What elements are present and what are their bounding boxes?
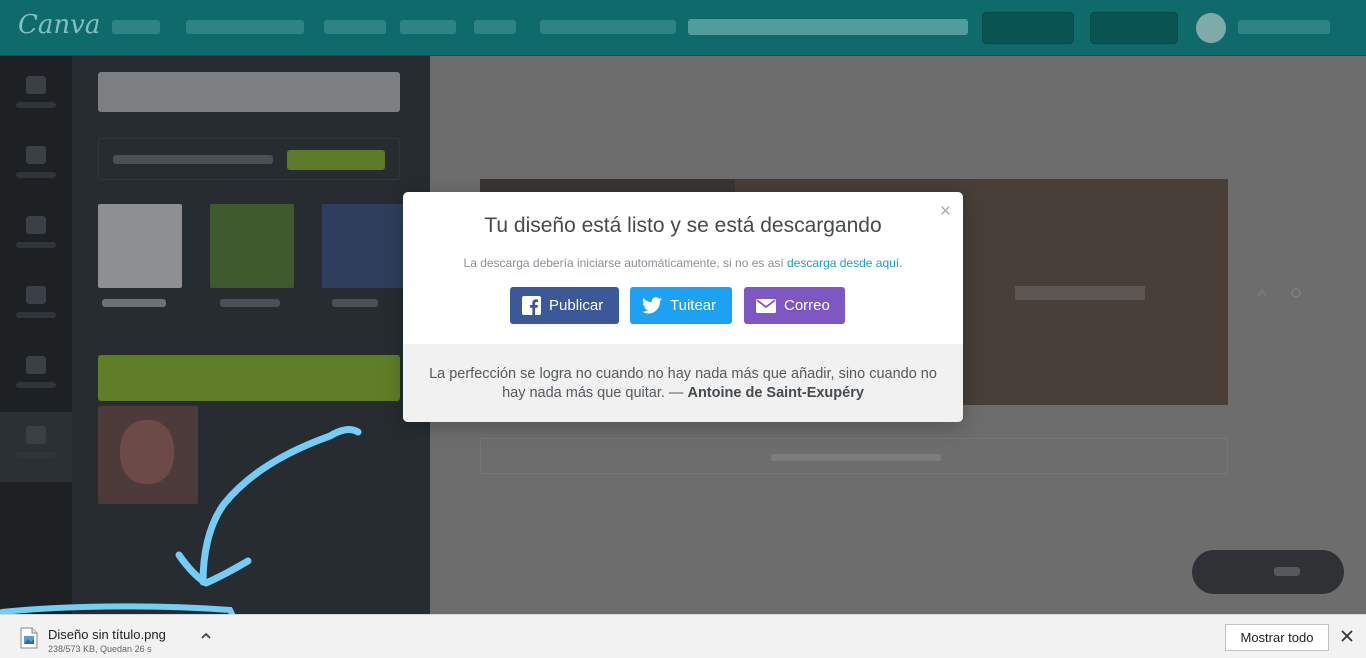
modal-title: Tu diseño está listo y se está descargan…	[484, 214, 882, 237]
nav-item-blurred	[474, 20, 516, 34]
share-twitter-label: Tuitear	[670, 297, 717, 314]
rail-item-background	[0, 342, 72, 412]
upload-thumb	[322, 204, 406, 288]
rail-item-uploads	[0, 412, 72, 482]
side-panel	[72, 56, 430, 614]
user-name-blurred	[1238, 20, 1330, 34]
download-file-status: 238/573 KB, Quedan 26 s	[48, 644, 152, 654]
zoom-control	[1192, 550, 1344, 594]
thumb-label	[332, 299, 378, 307]
add-page-button	[480, 438, 1228, 474]
twitter-icon	[642, 297, 662, 314]
share-email-button[interactable]: Correo	[744, 287, 845, 324]
quote-author: Antoine de Saint-Exupéry	[687, 385, 864, 401]
chevron-up-icon[interactable]	[199, 629, 213, 643]
download-ready-modal: × Tu diseño está listo y se está descarg…	[403, 192, 963, 422]
show-all-downloads-button[interactable]: Mostrar todo	[1225, 624, 1329, 651]
rail-item-search	[0, 62, 72, 132]
elements-icon	[26, 216, 46, 234]
nav-item-blurred	[540, 20, 676, 34]
nav-item-blurred	[400, 20, 456, 34]
app-header: Canva	[0, 0, 1366, 56]
panel-search-input	[98, 72, 400, 112]
upload-thumb	[98, 204, 182, 288]
modal-subtitle-text: La descarga debería iniciarse automática…	[463, 256, 788, 270]
thumb-label	[102, 299, 166, 307]
search-icon	[26, 76, 46, 94]
page-controls-icon	[1257, 288, 1301, 298]
modal-subtitle: La descarga debería iniciarse automática…	[403, 256, 963, 270]
image-file-icon	[20, 627, 38, 649]
text-icon	[26, 286, 46, 304]
nav-item-blurred	[186, 20, 304, 34]
share-facebook-button[interactable]: Publicar	[510, 287, 619, 324]
share-email-label: Correo	[784, 297, 830, 314]
upload-images-button	[98, 355, 400, 401]
facebook-icon	[522, 296, 541, 315]
upload-icon	[26, 426, 46, 444]
thumb-label	[220, 299, 280, 307]
nav-item-blurred	[112, 20, 160, 34]
close-download-bar-icon[interactable]	[1338, 627, 1356, 645]
share-top-button	[982, 12, 1074, 44]
uploaded-photo	[98, 406, 198, 504]
download-file-name[interactable]: Diseño sin título.png	[48, 627, 166, 642]
share-facebook-label: Publicar	[549, 297, 604, 314]
rail-item-elements	[0, 202, 72, 272]
panel-promo-box	[98, 138, 400, 180]
left-rail	[0, 56, 72, 614]
download-here-link[interactable]: descarga desde aquí.	[787, 256, 902, 270]
nav-item-blurred	[324, 20, 386, 34]
design-title-blurred	[688, 19, 968, 35]
app-logo: Canva	[18, 10, 101, 40]
quote-section: La perfección se logra no cuando no hay …	[403, 344, 963, 422]
download-top-button	[1090, 12, 1178, 44]
rail-item-layouts	[0, 132, 72, 202]
share-twitter-button[interactable]: Tuitear	[630, 287, 732, 324]
avatar	[1196, 13, 1226, 43]
rail-item-text	[0, 272, 72, 342]
download-bar: Diseño sin título.png 238/573 KB, Quedan…	[0, 614, 1366, 658]
background-icon	[26, 356, 46, 374]
layout-icon	[26, 146, 46, 164]
upload-thumb	[210, 204, 294, 288]
email-icon	[756, 298, 776, 313]
